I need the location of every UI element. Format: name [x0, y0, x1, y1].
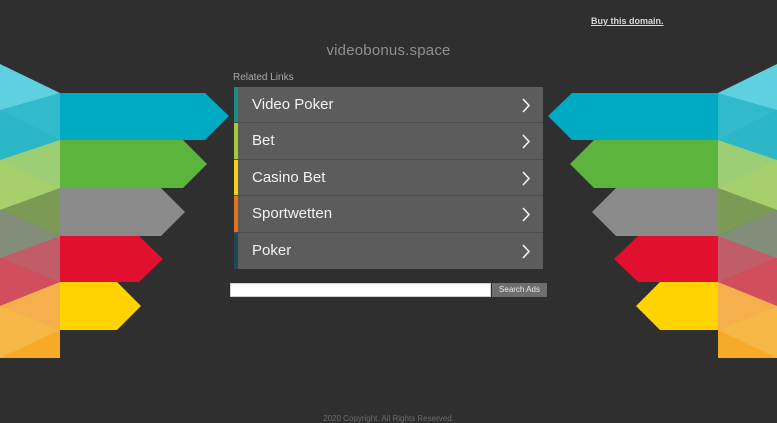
related-link-bet[interactable]: Bet [234, 123, 543, 160]
accent-bar [234, 123, 238, 159]
search-input[interactable] [230, 283, 491, 297]
right-arrow-2 [570, 140, 718, 188]
left-arrow-5 [60, 282, 141, 330]
search-form: Search Ads [230, 283, 547, 297]
chevron-right-icon [521, 196, 533, 232]
left-arrow-2 [60, 140, 207, 188]
related-link-label: Video Poker [252, 96, 334, 113]
parked-domain-page: Buy this domain. videobonus.space Relate… [0, 0, 777, 423]
right-arrow-1 [548, 93, 718, 140]
related-link-sportwetten[interactable]: Sportwetten [234, 196, 543, 233]
related-link-casino-bet[interactable]: Casino Bet [234, 159, 543, 197]
copyright-text: 2020 Copyright. All Rights Reserved. [323, 414, 454, 423]
accent-bar [234, 159, 238, 196]
related-link-label: Sportwetten [252, 205, 333, 223]
search-ads-button[interactable]: Search Ads [492, 283, 547, 297]
left-arrow-1 [60, 93, 229, 140]
chevron-right-icon [521, 123, 533, 159]
left-arrow-4 [60, 236, 163, 282]
domain-title: videobonus.space [326, 42, 451, 59]
buy-domain-link[interactable]: Buy this domain. [591, 16, 664, 26]
chevron-right-icon [521, 233, 533, 269]
related-link-video-poker[interactable]: Video Poker [234, 87, 543, 124]
right-arrow-4 [614, 236, 718, 282]
accent-bar [234, 87, 238, 123]
related-links-heading: Related Links [233, 72, 294, 83]
related-links-list: Video Poker Bet Casino Bet Sportwetten P… [234, 87, 543, 269]
left-arrow-3 [60, 188, 185, 236]
chevron-right-icon [521, 87, 533, 123]
related-link-label: Casino Bet [252, 168, 326, 186]
chevron-right-icon [521, 160, 533, 196]
related-link-poker[interactable]: Poker [234, 232, 543, 269]
accent-bar [234, 232, 238, 269]
related-link-label: Poker [252, 241, 292, 259]
right-arrow-5 [636, 282, 718, 330]
accent-bar [234, 196, 238, 232]
right-arrow-3 [592, 188, 718, 236]
related-link-label: Bet [252, 132, 275, 150]
